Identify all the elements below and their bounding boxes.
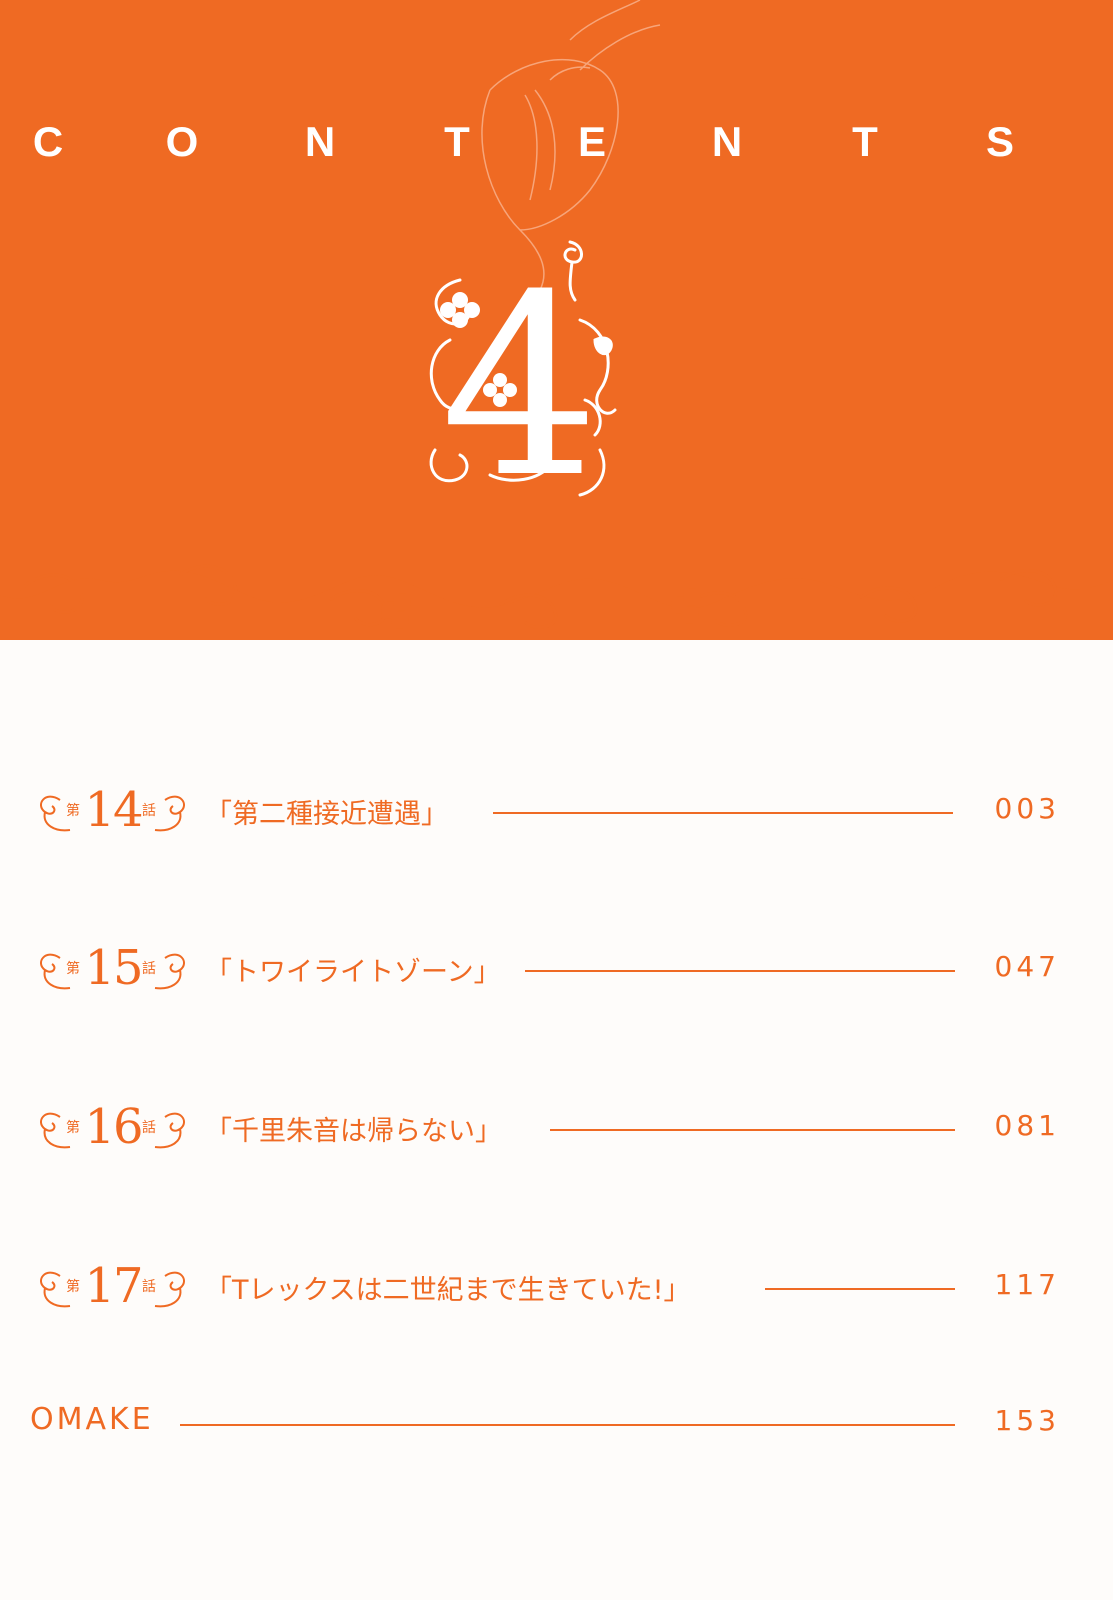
chapter-prefix: 第 [66,1279,80,1295]
toc-entry[interactable]: 第 16 話 「千里朱音は帰らない」 081 [30,1097,1060,1157]
heading-letter: S [985,118,1014,165]
heading-letter: T [852,118,878,165]
chapter-number: 16 [84,1099,143,1155]
toc-entry-omake[interactable]: OMAKE 153 [30,1392,1060,1452]
page-number: 153 [994,1404,1060,1437]
toc-entry[interactable]: 第 15 話 「トワイライトゾーン」 047 [30,938,1060,998]
contents-heading: C O N T E N T S [0,118,1113,178]
chapter-title: 「第二種接近遭遇」 [205,799,448,830]
chapter-prefix: 第 [66,803,80,819]
chapter-number: 15 [84,940,143,996]
page-number: 117 [994,1268,1060,1301]
leader-line [525,970,955,972]
header-banner: C O N T E N T S 4 [0,0,1113,640]
heading-letter: O [165,118,199,165]
chapter-prefix: 第 [66,961,80,977]
heading-letter: C [32,118,64,165]
leader-line [765,1288,955,1290]
leader-line [493,812,953,814]
leader-line [180,1424,955,1426]
chapter-badge: 第 17 話 [30,1256,195,1316]
heading-letter: N [304,118,336,165]
chapter-badge: 第 15 話 [30,938,195,998]
heading-letter: N [711,118,743,165]
chapter-badge: 第 14 話 [30,780,195,840]
table-of-contents: 第 14 話 「第二種接近遭遇」 003 第 15 話 「トワイライトゾーン」 … [0,760,1113,1460]
chapter-title: 「Tレックスは二世紀まで生きていた!」 [205,1275,691,1306]
chapter-suffix: 話 [142,1279,156,1295]
chapter-number: 17 [84,1258,143,1314]
leader-line [550,1129,955,1131]
chapter-title: 「千里朱音は帰らない」 [205,1116,502,1147]
chapter-suffix: 話 [142,961,156,977]
ornamental-border [0,530,1113,629]
page-number: 003 [994,792,1060,825]
toc-entry[interactable]: 第 17 話 「Tレックスは二世紀まで生きていた!」 117 [30,1256,1060,1316]
heading-letter: T [444,118,470,165]
chapter-suffix: 話 [142,803,156,819]
chapter-prefix: 第 [66,1120,80,1136]
volume-number: 4 [440,241,600,532]
heading-letter: E [577,118,606,165]
chapter-suffix: 話 [142,1120,156,1136]
toc-entry[interactable]: 第 14 話 「第二種接近遭遇」 003 [30,780,1060,840]
page-number: 081 [994,1109,1060,1142]
chapter-badge: 第 16 話 [30,1097,195,1157]
page-number: 047 [994,950,1060,983]
chapter-title: 「トワイライトゾーン」 [205,957,501,988]
omake-label: OMAKE [30,1402,154,1437]
chapter-number: 14 [84,782,143,838]
